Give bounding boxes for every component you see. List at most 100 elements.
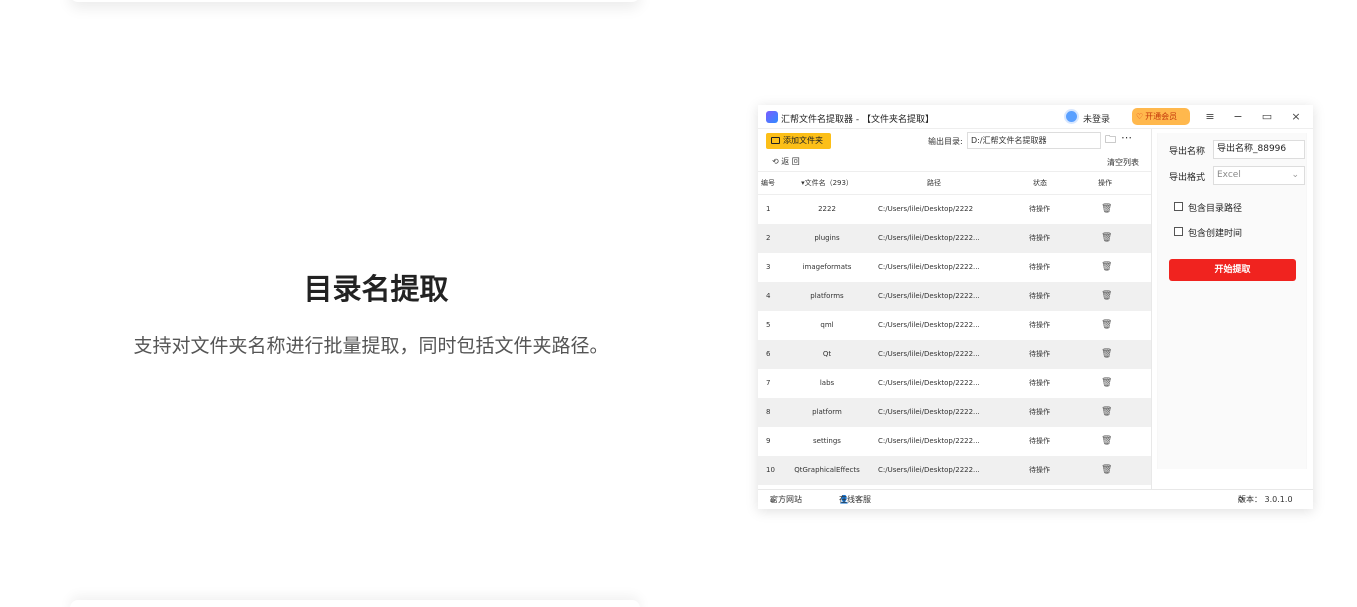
add-folder-button[interactable]: 添加文件夹 [766, 133, 831, 149]
header-no: 编号 [761, 179, 775, 187]
support-label: 在线客服 [839, 495, 871, 504]
header-name[interactable]: ▾文件名（293） [798, 172, 856, 194]
vip-label: 开通会员 [1145, 112, 1178, 121]
trash-icon[interactable]: 🗑 [1101, 224, 1112, 253]
trash-icon[interactable]: 🗑 [1101, 311, 1112, 340]
row-name: Qt [822, 350, 832, 358]
table-row[interactable]: 7 labs C:/Users/lilei/Desktop/2222... 待操作 🗑 [758, 369, 1151, 398]
table-row[interactable]: 3 imageformats C:/Users/lilei/Desktop/2222… [758, 253, 1151, 282]
feature-title: 目录名提取 [303, 272, 449, 306]
vip-button[interactable]: ♡ 开通会员 [1132, 108, 1190, 125]
table-row[interactable]: 1 2222 C:/Users/lilei/Desktop/2222 待操作 🗑 [758, 195, 1151, 224]
table-row[interactable]: 9 settings C:/Users/lilei/Desktop/2222... 待… [758, 427, 1151, 456]
diamond-icon: ♡ [1136, 112, 1144, 121]
website-label: 官方网站 [770, 495, 802, 504]
row-path: C:/Users/lilei/Desktop/2222... [878, 350, 980, 358]
row-status: 待操作 [1029, 379, 1050, 387]
app-window: 汇帮文件名提取器 - 【文件夹名提取】 未登录 ♡ 开通会员 ≡ − ▭ × 添加… [758, 105, 1313, 509]
more-icon[interactable]: ⋯ [1121, 132, 1132, 144]
export-name-input[interactable]: 导出名称_88996 [1213, 140, 1305, 159]
chevron-down-icon: ⌄ [1291, 170, 1299, 180]
row-no: 4 [766, 292, 771, 300]
include-dir-path-label: 包含目录路径 [1188, 204, 1243, 214]
folder-open-icon[interactable]: 🗀 [1105, 134, 1116, 146]
trash-icon[interactable]: 🗑 [1101, 427, 1112, 456]
header-status: 状态 [1033, 179, 1047, 187]
row-name: 2222 [818, 205, 836, 213]
include-create-time-checkbox[interactable] [1174, 227, 1183, 236]
row-name: platform [812, 408, 842, 416]
user-avatar-icon[interactable] [1064, 109, 1079, 124]
trash-icon[interactable]: 🗑 [1101, 369, 1112, 398]
row-path: C:/Users/lilei/Desktop/2222... [878, 466, 980, 474]
add-folder-label: 添加文件夹 [783, 136, 823, 145]
app-logo-icon [766, 111, 778, 123]
row-status: 待操作 [1029, 263, 1050, 271]
table-row[interactable]: 8 platform C:/Users/lilei/Desktop/2222... 待… [758, 398, 1151, 427]
trash-icon[interactable]: 🗑 [1101, 195, 1112, 224]
row-path: C:/Users/lilei/Desktop/2222... [878, 292, 980, 300]
row-path: C:/Users/lilei/Desktop/2222... [878, 437, 980, 445]
trash-icon[interactable]: 🗑 [1101, 282, 1112, 311]
settings-box: 导出名称 导出名称_88996 导出格式 Excel ⌄ 包含目录路径 包含创建时… [1158, 133, 1306, 469]
row-status: 待操作 [1029, 466, 1050, 474]
row-no: 8 [766, 408, 771, 416]
row-path: C:/Users/lilei/Desktop/2222... [878, 321, 980, 329]
trash-icon[interactable]: 🗑 [1101, 398, 1112, 427]
export-format-select[interactable]: Excel ⌄ [1213, 166, 1305, 185]
settings-panel: 导出名称 导出名称_88996 导出格式 Excel ⌄ 包含目录路径 包含创建时… [1157, 133, 1307, 469]
row-status: 待操作 [1029, 350, 1050, 358]
table-header: 编号 ▾文件名（293） 路径 状态 操作 [758, 171, 1151, 195]
row-path: C:/Users/lilei/Desktop/2222... [878, 379, 980, 387]
clear-list-button[interactable]: 清空列表 [1107, 157, 1139, 168]
table-row[interactable]: 2 plugins C:/Users/lilei/Desktop/2222... 待操… [758, 224, 1151, 253]
table-row[interactable]: 4 platforms C:/Users/lilei/Desktop/2222...… [758, 282, 1151, 311]
row-name: QtGraphicalEffects [794, 466, 860, 474]
table-row[interactable]: 6 Qt C:/Users/lilei/Desktop/2222... 待操作 🗑 [758, 340, 1151, 369]
output-dir-input[interactable]: D:/汇帮文件名提取器 [967, 132, 1101, 149]
table-row[interactable]: 5 qml C:/Users/lilei/Desktop/2222... 待操作 🗑 [758, 311, 1151, 340]
version-label: 版本： 3.0.1.0 [1238, 495, 1293, 504]
include-dir-path-checkbox[interactable] [1174, 202, 1183, 211]
minimize-button[interactable]: − [1230, 109, 1246, 125]
undo-icon: ⟲ [772, 157, 782, 166]
login-link[interactable]: 未登录 [1083, 112, 1110, 125]
table-body: 1 2222 C:/Users/lilei/Desktop/2222 待操作 🗑 2 plu… [758, 195, 1151, 485]
row-name: settings [813, 437, 841, 445]
row-name: labs [819, 379, 835, 387]
card-shadow-bottom [70, 600, 640, 607]
row-status: 待操作 [1029, 437, 1050, 445]
row-path: C:/Users/lilei/Desktop/2222... [878, 234, 980, 242]
footer-bar: ⌂ 官方网站 👤 在线客服 ⟳ 版本： 3.0.1.0 [758, 489, 1313, 509]
row-no: 5 [766, 321, 771, 329]
row-no: 3 [766, 263, 771, 271]
trash-icon[interactable]: 🗑 [1101, 456, 1112, 485]
close-button[interactable]: × [1288, 109, 1304, 125]
row-no: 7 [766, 379, 771, 387]
title-bar: 汇帮文件名提取器 - 【文件夹名提取】 未登录 ♡ 开通会员 ≡ − ▭ × [758, 105, 1313, 129]
feature-description: 支持对文件夹名称进行批量提取，同时包括文件夹路径。 [133, 335, 609, 357]
menu-icon[interactable]: ≡ [1202, 109, 1218, 125]
row-path: C:/Users/lilei/Desktop/2222... [878, 408, 980, 416]
table-row[interactable]: 10 QtGraphicalEffects C:/Users/lilei/Deskt… [758, 456, 1151, 485]
include-create-time-label: 包含创建时间 [1188, 229, 1243, 239]
start-extract-button[interactable]: 开始提取 [1169, 259, 1296, 281]
file-table: 编号 ▾文件名（293） 路径 状态 操作 1 2222 C:/Users/lile… [758, 171, 1151, 485]
export-format-value: Excel [1217, 170, 1241, 180]
trash-icon[interactable]: 🗑 [1101, 340, 1112, 369]
trash-icon[interactable]: 🗑 [1101, 253, 1112, 282]
row-name: plugins [814, 234, 840, 242]
back-button[interactable]: ⟲ 返 回 [772, 156, 800, 167]
row-no: 1 [766, 205, 771, 213]
row-path: C:/Users/lilei/Desktop/2222 [878, 205, 974, 213]
row-status: 待操作 [1029, 234, 1050, 242]
card-shadow-top [70, 0, 640, 2]
header-op: 操作 [1098, 179, 1112, 187]
row-name: imageformats [802, 263, 852, 271]
row-status: 待操作 [1029, 321, 1050, 329]
export-format-label: 导出格式 [1169, 173, 1206, 183]
output-dir-label: 输出目录: [928, 137, 963, 146]
row-no: 10 [766, 466, 775, 474]
maximize-button[interactable]: ▭ [1259, 109, 1275, 125]
back-label: 返 回 [781, 157, 800, 166]
